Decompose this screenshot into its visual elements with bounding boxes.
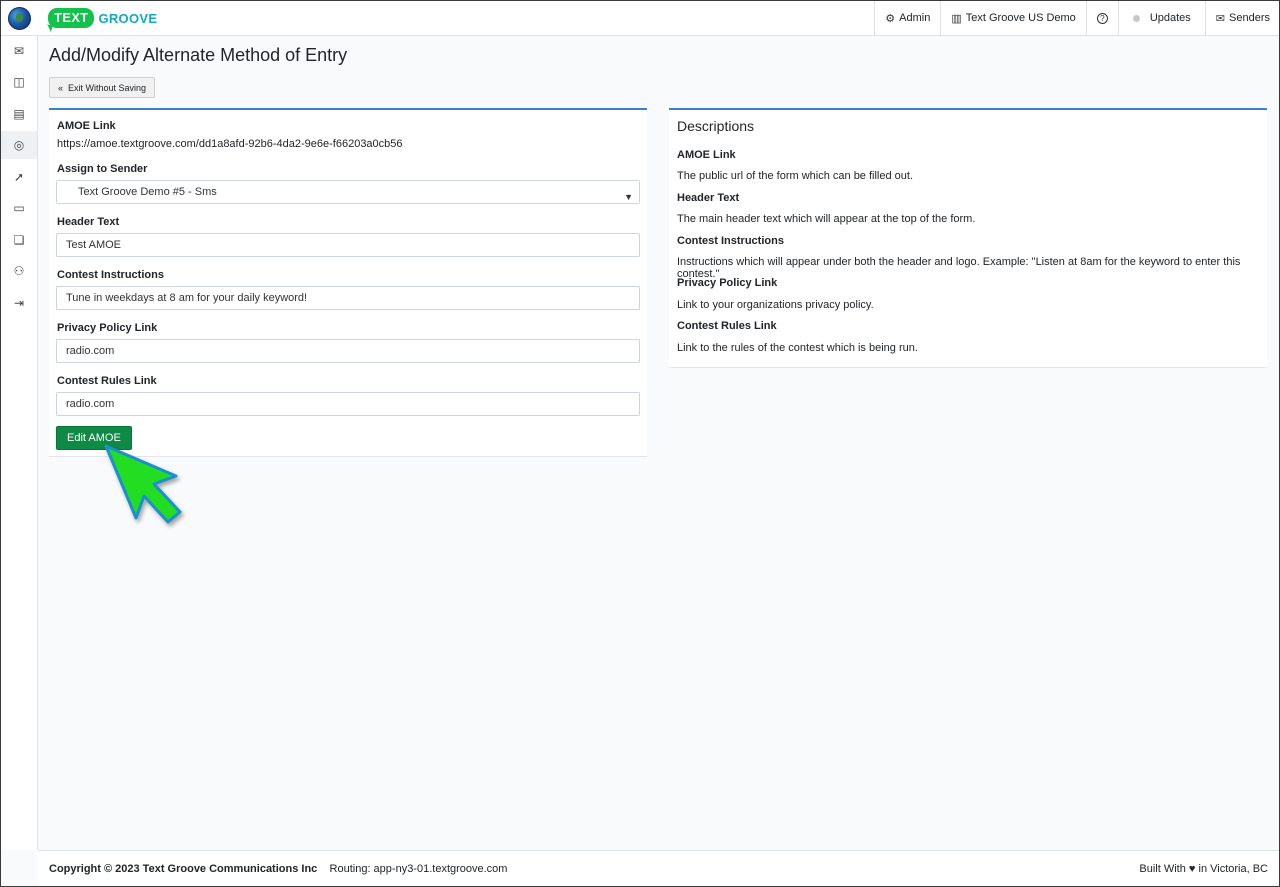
contest-rules-label: Contest Rules Link — [57, 375, 157, 387]
senders-label: Senders — [1229, 12, 1270, 24]
sidebar: ✉ ◫ ▤ ◎ ➚ ▭ ❏ ⚇ ⇥ — [0, 36, 38, 850]
message-icon[interactable]: ▭ — [10, 199, 28, 217]
contacts-icon[interactable]: ▤ — [10, 105, 28, 123]
desc-heading-contest-rules: Contest Rules Link — [677, 320, 777, 332]
desc-text-header-text: The main header text which will appear a… — [677, 213, 976, 225]
senders-menu[interactable]: ✉ Senders — [1204, 0, 1280, 36]
footer: Copyright © 2023 Text Groove Communicati… — [38, 850, 1280, 887]
columns-icon[interactable]: ◫ — [10, 73, 28, 91]
sender-select[interactable]: Text Groove Demo #5 - Sms ▼ — [56, 180, 640, 204]
account-menu[interactable]: ▥ Text Groove US Demo — [940, 0, 1085, 36]
dashboard-icon[interactable]: ◎ — [10, 136, 28, 154]
logout-icon[interactable]: ⇥ — [10, 294, 28, 312]
built-with-text: Built With ♥ in Victoria, BC — [1139, 863, 1268, 875]
exit-label: Exit Without Saving — [68, 82, 147, 93]
logo-badge: TEXT — [48, 8, 95, 28]
desc-text-privacy-policy: Link to your organizations privacy polic… — [677, 299, 874, 311]
desc-text-contest-rules: Link to the rules of the contest which i… — [677, 342, 918, 354]
account-label: Text Groove US Demo — [965, 12, 1076, 24]
admin-label: Admin — [899, 12, 931, 24]
top-nav-menu: ⚙ Admin ▥ Text Groove US Demo ? Updates … — [874, 0, 1280, 36]
user-settings-icon[interactable]: ⚇ — [10, 262, 28, 280]
page-title: Add/Modify Alternate Method of Entry — [49, 45, 348, 65]
chevron-down-icon: ▼ — [624, 192, 633, 202]
top-navbar: TEXT GROOVE ⚙ Admin ▥ Text Groove US Dem… — [0, 0, 1280, 36]
help-button[interactable]: ? — [1085, 0, 1118, 36]
exit-without-saving-button[interactable]: « Exit Without Saving — [49, 77, 156, 98]
text-groove-logo[interactable]: TEXT GROOVE — [48, 7, 157, 29]
pointer-cursor-icon — [104, 444, 182, 524]
updates-label: Updates — [1149, 12, 1191, 24]
desc-heading-header-text: Header Text — [677, 192, 740, 204]
privacy-policy-input[interactable]: radio.com — [56, 339, 640, 363]
double-chevron-left-icon: « — [58, 82, 64, 93]
privacy-policy-label: Privacy Policy Link — [57, 322, 158, 334]
desc-heading-contest-instructions: Contest Instructions — [677, 235, 784, 247]
desc-heading-amoe-link: AMOE Link — [677, 149, 736, 161]
desc-heading-privacy-policy: Privacy Policy Link — [677, 277, 778, 289]
updates-menu[interactable]: Updates — [1117, 0, 1205, 36]
copyright-text: Copyright © 2023 Text Groove Communicati… — [49, 863, 318, 875]
routing-text: Routing: app-ny3-01.textgroove.com — [329, 863, 508, 875]
contest-instructions-input[interactable]: Tune in weekdays at 8 am for your daily … — [56, 286, 640, 310]
sender-label: Assign to Sender — [57, 163, 148, 175]
descriptions-title: Descriptions — [677, 118, 755, 134]
amoe-link-label: AMOE Link — [57, 120, 116, 132]
descriptions-card: Descriptions AMOE Link The public url of… — [669, 108, 1267, 368]
status-dot-icon — [1132, 14, 1140, 22]
gear-icon: ⚙ — [885, 12, 896, 25]
header-text-input[interactable]: Test AMOE — [56, 233, 640, 257]
globe-logo-icon[interactable] — [8, 7, 31, 30]
admin-menu[interactable]: ⚙ Admin — [874, 0, 940, 36]
amoe-link-value[interactable]: https://amoe.textgroove.com/dd1a8afd-92b… — [57, 138, 403, 150]
sender-selected-value: Text Groove Demo #5 - Sms — [78, 186, 217, 198]
logo-word: GROOVE — [98, 10, 158, 26]
amoe-form-card: AMOE Link https://amoe.textgroove.com/dd… — [49, 108, 647, 457]
envelope-icon: ✉ — [1215, 12, 1226, 25]
chat-icon[interactable]: ❏ — [10, 231, 28, 249]
help-icon: ? — [1096, 12, 1108, 24]
contest-instructions-label: Contest Instructions — [57, 269, 164, 281]
building-icon: ▥ — [951, 12, 962, 25]
footer-left: Copyright © 2023 Text Groove Communicati… — [49, 863, 507, 875]
broadcast-icon[interactable]: ➚ — [10, 168, 28, 186]
contest-rules-input[interactable]: radio.com — [56, 392, 640, 416]
header-text-label: Header Text — [57, 216, 120, 228]
inbox-icon[interactable]: ✉ — [10, 42, 28, 60]
desc-text-amoe-link: The public url of the form which can be … — [677, 170, 914, 182]
